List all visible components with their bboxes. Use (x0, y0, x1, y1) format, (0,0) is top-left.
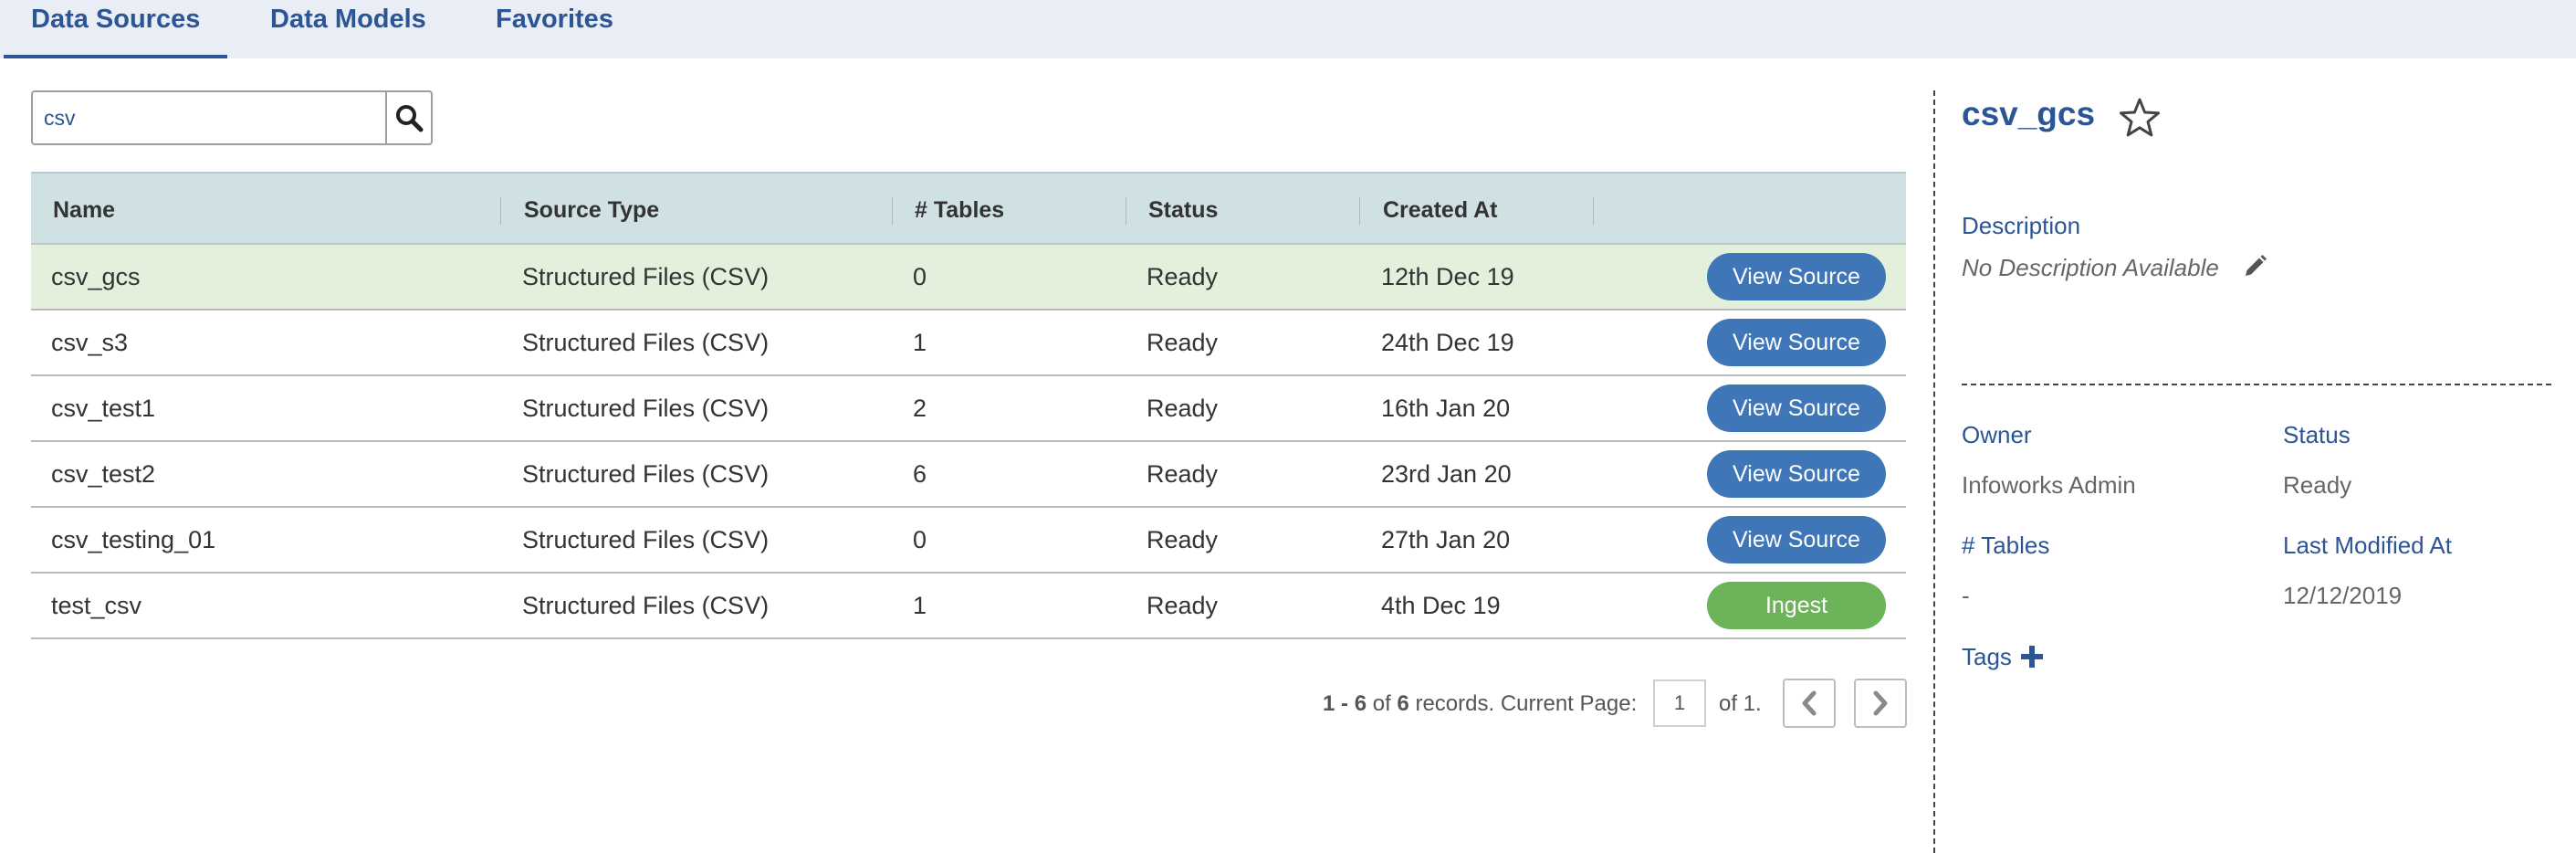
cell-tables: 1 (913, 329, 927, 356)
cell-source-type: Structured Files (CSV) (522, 592, 770, 619)
column-header-name[interactable]: Name (53, 174, 115, 245)
table-row[interactable]: csv_test1 Structured Files (CSV) 2 Ready… (31, 376, 1906, 442)
last-modified-label: Last Modified At (2283, 532, 2452, 559)
cell-tables: 0 (913, 263, 927, 290)
panel-divider (1933, 90, 1935, 853)
search-button[interactable] (385, 92, 431, 143)
table-row[interactable]: test_csv Structured Files (CSV) 1 Ready … (31, 574, 1906, 639)
column-header-tables[interactable]: # Tables (915, 174, 1004, 245)
view-source-button[interactable]: View Source (1707, 319, 1886, 366)
status-label: Status (2283, 421, 2351, 448)
next-page-button[interactable] (1854, 679, 1907, 728)
favorite-star-icon[interactable] (2119, 97, 2161, 143)
tags-label: Tags (1962, 643, 2012, 670)
status-value: Ready (2283, 471, 2352, 499)
column-divider (1359, 197, 1360, 225)
view-source-button[interactable]: View Source (1707, 516, 1886, 563)
view-source-button[interactable]: View Source (1707, 384, 1886, 432)
view-source-button[interactable]: View Source (1707, 450, 1886, 498)
cell-source-type: Structured Files (CSV) (522, 395, 770, 422)
column-header-status[interactable]: Status (1148, 174, 1218, 245)
cell-status: Ready (1147, 592, 1219, 619)
column-header-source-type[interactable]: Source Type (524, 174, 659, 245)
tab-data-models[interactable]: Data Models (270, 0, 426, 58)
tab-bar: Data Sources Data Models Favorites (0, 0, 2576, 58)
description-value: No Description Available (1962, 254, 2219, 281)
cell-name: csv_s3 (51, 329, 129, 356)
column-divider (1593, 197, 1594, 225)
cell-source-type: Structured Files (CSV) (522, 263, 770, 290)
owner-label: Owner (1962, 421, 2032, 448)
cell-name: csv_test1 (51, 395, 156, 422)
column-divider (500, 197, 501, 225)
cell-tables: 0 (913, 526, 927, 553)
cell-status: Ready (1147, 329, 1219, 356)
cell-source-type: Structured Files (CSV) (522, 329, 770, 356)
add-tag-icon[interactable] (2019, 643, 2045, 675)
last-modified-value: 12/12/2019 (2283, 582, 2403, 609)
cell-name: csv_testing_01 (51, 526, 216, 553)
detail-title: csv_gcs (1962, 95, 2096, 132)
cell-status: Ready (1147, 263, 1219, 290)
tab-data-sources[interactable]: Data Sources (3, 0, 228, 58)
view-source-button[interactable]: View Source (1707, 253, 1886, 300)
cell-created-at: 23rd Jan 20 (1381, 460, 1512, 488)
cell-name: csv_test2 (51, 460, 156, 488)
pagination-range-end: 6 (1354, 691, 1367, 716)
pagination-records-label: records. Current Page: (1415, 691, 1638, 716)
column-header-created-at[interactable]: Created At (1383, 174, 1498, 245)
cell-source-type: Structured Files (CSV) (522, 460, 770, 488)
cell-created-at: 16th Jan 20 (1381, 395, 1511, 422)
table-header: Name Source Type # Tables Status Created… (31, 172, 1906, 245)
cell-name: test_csv (51, 592, 142, 619)
chevron-left-icon (1802, 690, 1817, 716)
pencil-icon[interactable] (2242, 254, 2267, 284)
cell-name: csv_gcs (51, 263, 141, 290)
current-page-input[interactable]: 1 (1653, 679, 1706, 727)
search-box (31, 90, 433, 145)
table-row[interactable]: csv_gcs Structured Files (CSV) 0 Ready 1… (31, 245, 1906, 311)
tables-value: - (1962, 582, 1970, 609)
pagination-range-start: 1 (1323, 691, 1335, 716)
description-label: Description (1962, 212, 2081, 239)
cell-tables: 1 (913, 592, 927, 619)
search-input[interactable] (33, 92, 385, 143)
ingest-button[interactable]: Ingest (1707, 582, 1886, 629)
cell-status: Ready (1147, 460, 1219, 488)
table-row[interactable]: csv_s3 Structured Files (CSV) 1 Ready 24… (31, 311, 1906, 376)
pagination-total: 6 (1397, 691, 1409, 716)
previous-page-button[interactable] (1783, 679, 1836, 728)
column-divider (892, 197, 893, 225)
cell-tables: 6 (913, 460, 927, 488)
tab-favorites[interactable]: Favorites (496, 0, 613, 58)
section-divider (1962, 384, 2551, 385)
cell-created-at: 24th Dec 19 (1381, 329, 1514, 356)
cell-created-at: 27th Jan 20 (1381, 526, 1511, 553)
cell-status: Ready (1147, 526, 1219, 553)
cell-tables: 2 (913, 395, 927, 422)
cell-status: Ready (1147, 395, 1219, 422)
search-icon (396, 105, 424, 132)
owner-value: Infoworks Admin (1962, 471, 2136, 499)
table-row[interactable]: csv_test2 Structured Files (CSV) 6 Ready… (31, 442, 1906, 508)
tables-label: # Tables (1962, 532, 2050, 559)
pagination-summary: 1 - 6 of 6 records. Current Page: (1323, 691, 1638, 716)
pagination-of-label: of 1. (1719, 691, 1762, 716)
chevron-right-icon (1873, 690, 1888, 716)
cell-source-type: Structured Files (CSV) (522, 526, 770, 553)
cell-created-at: 4th Dec 19 (1381, 592, 1501, 619)
table-row[interactable]: csv_testing_01 Structured Files (CSV) 0 … (31, 508, 1906, 574)
cell-created-at: 12th Dec 19 (1381, 263, 1514, 290)
